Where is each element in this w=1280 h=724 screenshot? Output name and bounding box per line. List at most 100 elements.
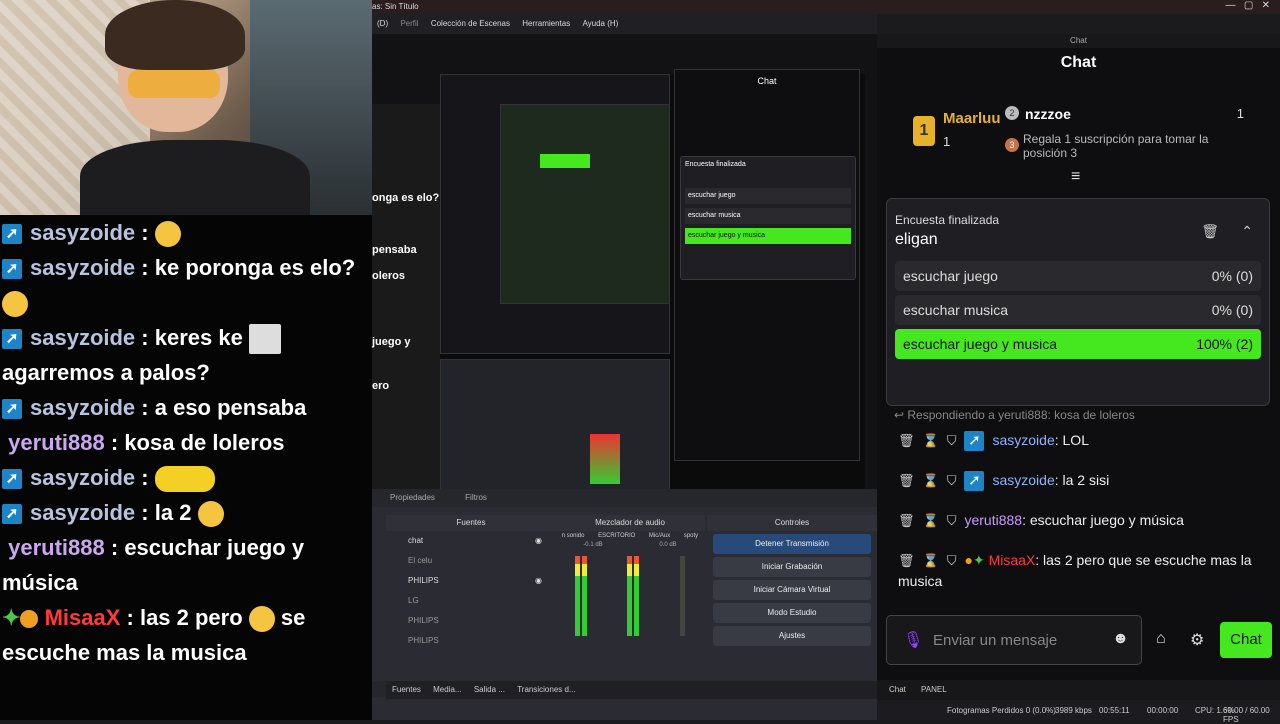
prime-badge-icon: ➚	[2, 224, 22, 245]
dock-tab[interactable]: Salida ...	[474, 685, 505, 694]
sparkle-icon: ✦	[2, 605, 21, 630]
menu-item[interactable]: Herramientas	[517, 14, 575, 33]
emote-picker-icon: ☻	[1112, 630, 1129, 647]
rank-1-icon: 1	[913, 116, 935, 146]
leader-1-name[interactable]: Maarluu	[943, 110, 1001, 127]
source-item[interactable]: chat ◉	[386, 531, 556, 551]
shield-icon: ⛉	[946, 473, 957, 488]
trash-icon[interactable]: 🗑	[1201, 223, 1219, 240]
window-controls[interactable]: — ▢ ✕	[1226, 0, 1271, 11]
preview-chat-panel: Chat Encuesta finalizada escuchar juego …	[674, 69, 860, 461]
chat-message: ➚ sasyzoide :	[0, 460, 372, 495]
tab-panel[interactable]: PANEL	[921, 685, 947, 694]
prime-badge-icon: ➚	[964, 431, 985, 452]
controls-dock: Controles Detener Transmisión Iniciar Gr…	[707, 515, 877, 681]
leader-3-text: Regala 1 suscripción para tomar la posic…	[1023, 132, 1209, 160]
store-icon[interactable]: ⌂	[1156, 630, 1166, 648]
menu-item[interactable]: Colección de Escenas	[426, 14, 515, 33]
trash-icon: 🗑	[898, 553, 915, 568]
bottom-docks: Propiedades Filtros Fuentes chat ◉ El cel…	[372, 489, 877, 720]
number-badge-icon: ●	[964, 552, 973, 568]
tab-properties[interactable]: Propiedades	[390, 493, 435, 502]
send-chat-button[interactable]: Chat	[1220, 622, 1272, 658]
window-title: as: Sin Título	[372, 2, 419, 11]
sources-title: Fuentes	[386, 515, 556, 531]
chat-message: ➚ sasyzoide : a eso pensaba	[0, 390, 372, 425]
source-item[interactable]: PHILIPS	[386, 611, 556, 631]
dock-tab[interactable]: Media...	[433, 685, 461, 694]
virtual-camera-button[interactable]: Iniciar Cámara Virtual	[713, 580, 871, 600]
prime-badge-icon: ➚	[2, 329, 22, 350]
trash-icon: 🗑	[898, 433, 915, 448]
chat-messages: 🗑 ⌛ ⛉ ➚ sasyzoide: LOL 🗑 ⌛ ⛉ ➚ sasyzoide: la 2 s…	[898, 430, 1268, 591]
preview-chat-capture: onga es elo? pensaba oleros juego y ero	[372, 104, 440, 499]
expand-icon[interactable]: ≡	[1071, 168, 1080, 186]
message-input[interactable]: 🎙 Enviar un mensaje ☻	[886, 615, 1142, 665]
source-item[interactable]: LG	[386, 591, 556, 611]
chat-header: Chat	[1060, 54, 1097, 71]
chat-message[interactable]: 🗑 ⌛ ⛉ ➚ sasyzoide: la 2 sisi	[898, 470, 1268, 510]
leader-2-name[interactable]: nzzzoe	[1025, 106, 1071, 122]
message-placeholder: Enviar un mensaje	[933, 632, 1058, 649]
poll-option: escuchar musica 0% (0)	[895, 295, 1261, 325]
source-item[interactable]: PHILIPS	[386, 631, 556, 651]
menu-item[interactable]: (D)	[372, 14, 393, 33]
leader-2-count: 1	[1236, 106, 1244, 121]
chat-message: ➚ sasyzoide : la 2	[0, 495, 372, 530]
visibility-icon: ◉	[535, 536, 542, 545]
chat-message: yeruti888 : kosa de loleros	[8, 430, 285, 455]
poll-option-winner: escuchar juego y musica 100% (2)	[895, 329, 1261, 359]
menu-item[interactable]: Perfil	[395, 14, 423, 33]
sparkle-icon: ✦	[972, 552, 985, 568]
emote-icon	[197, 501, 224, 528]
start-recording-button[interactable]: Iniciar Grabación	[713, 557, 871, 577]
visibility-icon: ◉	[535, 576, 542, 585]
emote-icon	[154, 221, 181, 248]
tab-filters[interactable]: Filtros	[465, 493, 487, 502]
chat-message[interactable]: 🗑 ⌛ ⛉ ➚ sasyzoide: LOL	[898, 430, 1268, 470]
settings-button[interactable]: Ajustes	[713, 626, 871, 646]
gear-icon[interactable]: ⚙	[1190, 630, 1204, 650]
emote-icon	[248, 606, 275, 633]
trash-icon: 🗑	[898, 513, 915, 528]
chat-window-title: Chat	[877, 34, 1280, 48]
chat-message[interactable]: 🗑 ⌛ ⛉ ●✦ MisaaX: las 2 pero que se escuche …	[898, 550, 1268, 591]
studio-mode-button[interactable]: Modo Estudio	[713, 603, 871, 623]
trash-icon: 🗑	[898, 473, 915, 488]
timeout-icon: ⌛	[922, 553, 939, 568]
tab-chat[interactable]: Chat	[889, 685, 906, 694]
emote-icon	[248, 324, 281, 355]
poll-card: Encuesta finalizada eligan 🗑 ⌃ escuchar …	[886, 198, 1270, 406]
source-item[interactable]: PHILIPS ◉	[386, 571, 556, 591]
rank-3-icon: 3	[1005, 138, 1019, 152]
timeout-icon: ⌛	[922, 433, 939, 448]
prime-badge-icon: ➚	[964, 471, 985, 492]
menu-item[interactable]: Ayuda (H)	[577, 14, 623, 33]
overlay-chat: ➚ sasyzoide : ➚ sasyzoide : ke poronga es …	[0, 215, 372, 720]
chat-message: ➚ sasyzoide :	[0, 215, 372, 250]
audio-mixer-dock: Mezclador de audio n sonido ESCRITORIO Mic…	[555, 515, 705, 681]
chat-message: ➚ sasyzoide : keres ke agarremos a palos?	[0, 320, 372, 390]
timeout-icon: ⌛	[922, 473, 939, 488]
audio-meters[interactable]	[555, 548, 705, 641]
status-bar: Fotogramas Perdidos 0 (0.0%) 3989 kbps 0…	[877, 700, 1280, 724]
number-badge-icon	[20, 610, 39, 629]
webcam-feed	[0, 0, 372, 215]
chat-message[interactable]: 🗑 ⌛ ⛉ yeruti888: escuchar juego y música	[898, 510, 1268, 550]
shield-icon: ⛉	[946, 513, 957, 528]
sources-dock: Fuentes chat ◉ El celu PHILIPS ◉ LG PHILIP…	[386, 515, 556, 681]
chat-message: yeruti888 : escuchar juego y música	[2, 535, 305, 595]
emote-icon	[2, 291, 28, 318]
dock-tab[interactable]: Fuentes	[392, 685, 421, 694]
obs-preview-area: onga es elo? pensaba oleros juego y ero …	[372, 34, 877, 499]
mic-icon: 🎙	[903, 632, 924, 649]
chevron-up-icon[interactable]: ⌃	[1241, 223, 1253, 240]
source-item[interactable]: El celu	[386, 551, 556, 571]
shield-icon: ⛉	[946, 553, 957, 568]
stop-stream-button[interactable]: Detener Transmisión	[713, 534, 871, 554]
dock-tab[interactable]: Transiciones d...	[517, 685, 575, 694]
emote-icon	[154, 466, 215, 493]
chat-message: ➚ sasyzoide : ke poronga es elo?	[0, 250, 372, 320]
controls-title: Controles	[707, 515, 877, 531]
rank-2-icon: 2	[1005, 106, 1019, 120]
